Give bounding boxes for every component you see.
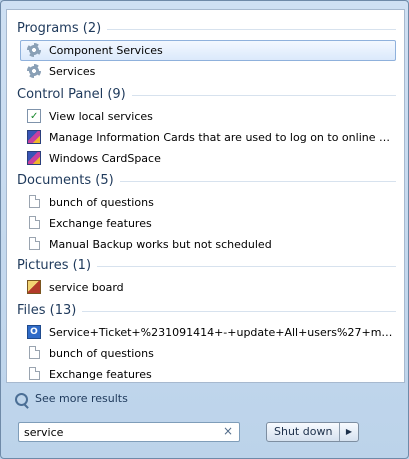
chevron-right-icon[interactable]: ▶ — [339, 423, 358, 441]
group-title: Documents (5) — [17, 170, 396, 192]
result-windows-cardspace[interactable]: Windows CardSpace — [20, 148, 396, 169]
search-results-panel: Programs (2) Component Services Services… — [6, 9, 405, 383]
result-document-2[interactable]: Exchange features — [20, 213, 396, 234]
document-icon — [29, 367, 40, 380]
result-file-2[interactable]: bunch of questions — [20, 343, 396, 364]
group-title: Programs (2) — [17, 18, 396, 40]
shut-down-button[interactable]: Shut down ▶ — [266, 422, 359, 442]
result-services[interactable]: Services — [20, 61, 396, 82]
start-menu: Programs (2) Component Services Services… — [0, 0, 409, 459]
group-title: Files (13) — [17, 300, 396, 322]
document-icon — [29, 237, 40, 250]
see-more-results-link[interactable]: See more results — [15, 390, 128, 408]
component-services-icon — [27, 43, 41, 57]
clear-search-icon[interactable]: × — [223, 424, 233, 438]
group-title: Pictures (1) — [17, 255, 396, 277]
search-input[interactable] — [24, 425, 214, 439]
result-view-local-services[interactable]: View local services — [20, 106, 396, 127]
outlook-icon: O — [27, 325, 41, 339]
control-panel-icon — [27, 107, 41, 126]
result-picture-1[interactable]: service board — [20, 277, 396, 298]
group-documents: Documents (5) bunch of questions Exchang… — [17, 170, 396, 255]
group-pictures: Pictures (1) service board — [17, 255, 396, 298]
group-control-panel: Control Panel (9) View local services Ma… — [17, 84, 396, 169]
result-manage-information-cards[interactable]: Manage Information Cards that are used t… — [20, 127, 396, 148]
search-box[interactable]: × — [18, 422, 240, 442]
group-programs: Programs (2) Component Services Services — [17, 18, 396, 82]
result-component-services[interactable]: Component Services — [20, 40, 396, 61]
group-title: Control Panel (9) — [17, 84, 396, 106]
cardspace-icon — [27, 151, 41, 165]
picture-icon — [27, 280, 41, 294]
document-icon — [29, 195, 40, 208]
result-file-1[interactable]: O Service+Ticket+%231091414+-+update+All… — [20, 322, 396, 343]
group-files: Files (13) O Service+Ticket+%231091414+-… — [17, 300, 396, 385]
result-file-3[interactable]: Exchange features — [20, 364, 396, 385]
document-icon — [29, 346, 40, 359]
services-gear-icon — [27, 64, 41, 78]
document-icon — [29, 216, 40, 229]
result-document-1[interactable]: bunch of questions — [20, 192, 396, 213]
cardspace-icon — [27, 130, 41, 144]
result-document-3[interactable]: Manual Backup works but not scheduled — [20, 234, 396, 255]
magnifier-icon — [15, 392, 28, 406]
